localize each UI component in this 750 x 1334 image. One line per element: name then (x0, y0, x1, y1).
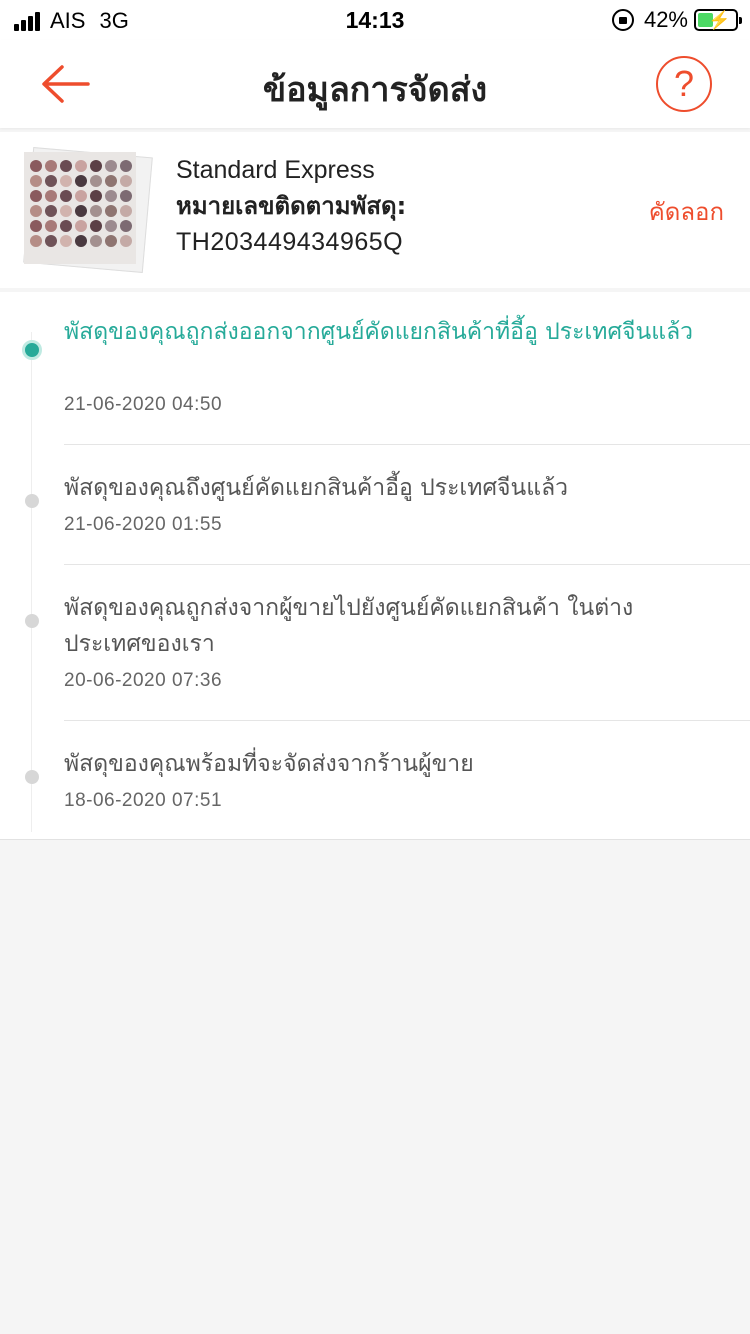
palette-swatch (60, 205, 72, 217)
tracking-number: TH203449434965Q (176, 228, 404, 256)
question-mark-icon: ? (673, 63, 695, 104)
event-date: 20-06-2020 07:36 (64, 670, 223, 691)
event-description: พัสดุของคุณถูกส่งออกจากศูนย์คัดแยกสินค้า… (64, 319, 694, 345)
palette-swatch (45, 175, 57, 187)
palette-swatch (75, 190, 87, 202)
palette-swatch (120, 235, 132, 247)
palette-swatch (45, 220, 57, 232)
divider (64, 444, 750, 445)
palette-swatch (60, 235, 72, 247)
palette-swatch (75, 160, 87, 172)
palette-swatch (75, 235, 87, 247)
back-arrow-icon (42, 65, 90, 103)
page-title: ข้อมูลการจัดส่ง (262, 70, 488, 110)
palette-swatch (120, 205, 132, 217)
palette-swatch (75, 175, 87, 187)
palette-swatch (90, 235, 102, 247)
palette-swatch (105, 175, 117, 187)
palette-swatch (105, 160, 117, 172)
palette-swatch (90, 205, 102, 217)
timeline-dot-icon (25, 614, 39, 628)
back-button[interactable] (40, 62, 92, 106)
palette-swatch (105, 220, 117, 232)
palette-swatch (60, 220, 72, 232)
palette-swatch (45, 235, 57, 247)
palette-swatch (30, 160, 42, 172)
palette-swatch (90, 190, 102, 202)
divider (64, 720, 750, 721)
palette-swatch (75, 205, 87, 217)
event-description: พัสดุของคุณถึงศูนย์คัดแยกสินค้าอี้อู ประ… (64, 475, 569, 501)
app-header: ข้อมูลการจัดส่ง ? (0, 40, 750, 128)
shipping-info-card: Standard Express หมายเลขติดตามพัสดุ: TH2… (0, 132, 750, 288)
palette-swatch (30, 190, 42, 202)
palette-swatch (30, 235, 42, 247)
palette-swatch (120, 190, 132, 202)
palette-swatch (105, 190, 117, 202)
palette-swatch (105, 205, 117, 217)
timeline-dot-active-icon (22, 340, 42, 360)
battery-percent: 42% (643, 7, 688, 32)
palette-swatch (90, 175, 102, 187)
tracking-label: หมายเลขติดตามพัสดุ: (176, 192, 407, 220)
palette-swatch (120, 160, 132, 172)
palette-swatch (120, 175, 132, 187)
palette-swatch (90, 220, 102, 232)
palette-swatch (30, 220, 42, 232)
palette-swatch (30, 205, 42, 217)
event-date: 21-06-2020 01:55 (64, 514, 223, 535)
copy-tracking-button[interactable]: คัดลอก (649, 192, 724, 231)
status-right: 42% ⚡ (611, 7, 742, 33)
shipping-carrier: Standard Express (176, 156, 375, 184)
event-date: 21-06-2020 04:50 (64, 394, 223, 415)
palette-swatch (45, 190, 57, 202)
divider (64, 564, 750, 565)
timeline-dot-icon (25, 770, 39, 784)
palette-swatch (60, 160, 72, 172)
shipping-details: Standard Express หมายเลขติดตามพัสดุ: TH2… (176, 152, 406, 260)
product-thumbnail (23, 146, 153, 274)
timeline-line (31, 332, 32, 832)
palette-swatch (45, 205, 57, 217)
color-palette-image (30, 160, 132, 247)
event-description: พัสดุของคุณถูกส่งจากผู้ขายไปยังศูนย์คัดแ… (64, 595, 634, 657)
charging-bolt-icon: ⚡ (708, 10, 731, 30)
palette-swatch (75, 220, 87, 232)
event-date: 18-06-2020 07:51 (64, 790, 223, 811)
palette-swatch (60, 190, 72, 202)
event-description: พัสดุของคุณพร้อมที่จะจัดส่งจากร้านผู้ขาย (64, 751, 474, 777)
tracking-timeline: พัสดุของคุณถูกส่งออกจากศูนย์คัดแยกสินค้า… (0, 292, 750, 840)
orientation-lock-icon (611, 9, 634, 31)
timeline-dot-icon (25, 494, 39, 508)
palette-swatch (45, 160, 57, 172)
palette-swatch (30, 175, 42, 187)
palette-swatch (60, 175, 72, 187)
palette-swatch (120, 220, 132, 232)
battery-icon: ⚡ (694, 9, 742, 31)
palette-swatch (105, 235, 117, 247)
palette-swatch (90, 160, 102, 172)
status-bar: AIS 3G 14:13 42% ⚡ (0, 0, 750, 40)
help-button[interactable]: ? (656, 56, 712, 112)
